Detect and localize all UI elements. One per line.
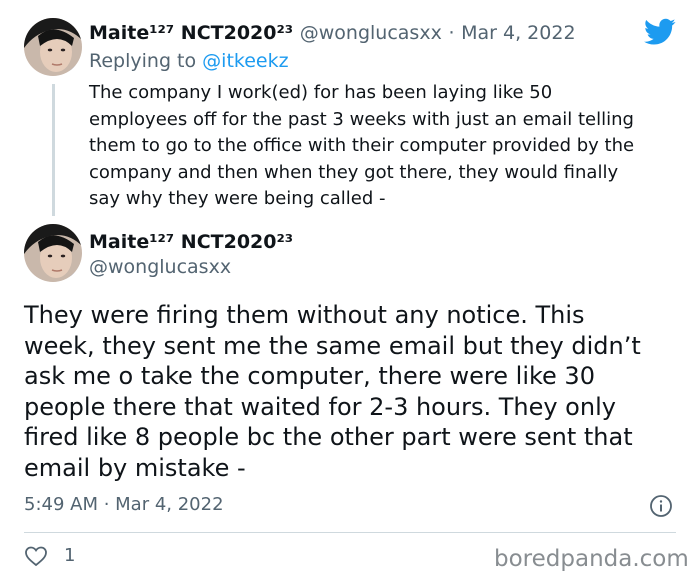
reply-avatar[interactable] [24, 18, 82, 76]
replying-to-prefix: Replying to [89, 50, 197, 72]
reply-author-line: Maite¹²⁷ NCT2020²³ @wonglucasxx · Mar 4,… [89, 22, 576, 44]
main-text-line: email by mistake - [24, 453, 246, 482]
reply-tweet-text: The company I work(ed) for has been layi… [89, 80, 679, 213]
main-avatar[interactable] [24, 224, 82, 282]
thread-connector-line [52, 84, 55, 216]
reply-date[interactable]: Mar 4, 2022 [461, 22, 575, 44]
reply-text-line: them to go to the office with their comp… [89, 135, 635, 156]
like-count: 1 [64, 545, 76, 566]
reply-text-line: company and then when they got there, th… [89, 161, 619, 183]
reply-text-line: say why they were being called - [89, 188, 386, 209]
main-tweet-text: They were firing them without any notice… [24, 300, 694, 483]
main-text-line: fired like 8 people bc the other part we… [24, 423, 633, 451]
main-text-line: week, they sent me the same email but th… [24, 331, 641, 360]
twitter-bird-icon[interactable] [644, 18, 676, 46]
heart-icon[interactable] [24, 545, 48, 567]
replying-to-handle[interactable]: @itkeekz [202, 50, 288, 72]
main-text-line: people there that waited for 2-3 hours. … [24, 392, 616, 421]
reply-text-line: employees off for the past 3 weeks with … [89, 108, 634, 130]
tweet-divider [24, 532, 676, 533]
reply-display-name[interactable]: Maite¹²⁷ NCT2020²³ [89, 22, 293, 44]
replying-to-line: Replying to @itkeekz [89, 50, 289, 72]
tweet-timestamp[interactable]: 5:49 AM · Mar 4, 2022 [24, 494, 224, 515]
main-display-name[interactable]: Maite¹²⁷ NCT2020²³ [89, 231, 293, 253]
watermark: boredpanda.com [494, 546, 689, 572]
reply-text-line: The company I work(ed) for has been layi… [89, 82, 553, 103]
info-icon[interactable] [649, 494, 673, 518]
avatar-photo [24, 18, 82, 76]
avatar-photo [24, 224, 82, 282]
reply-separator: · [448, 22, 455, 44]
main-text-line: ask me o take the computer, there were l… [24, 362, 595, 390]
main-text-line: They were firing them without any notice… [24, 301, 585, 329]
main-handle[interactable]: @wonglucasxx [89, 256, 231, 278]
reply-handle[interactable]: @wonglucasxx [300, 22, 442, 44]
